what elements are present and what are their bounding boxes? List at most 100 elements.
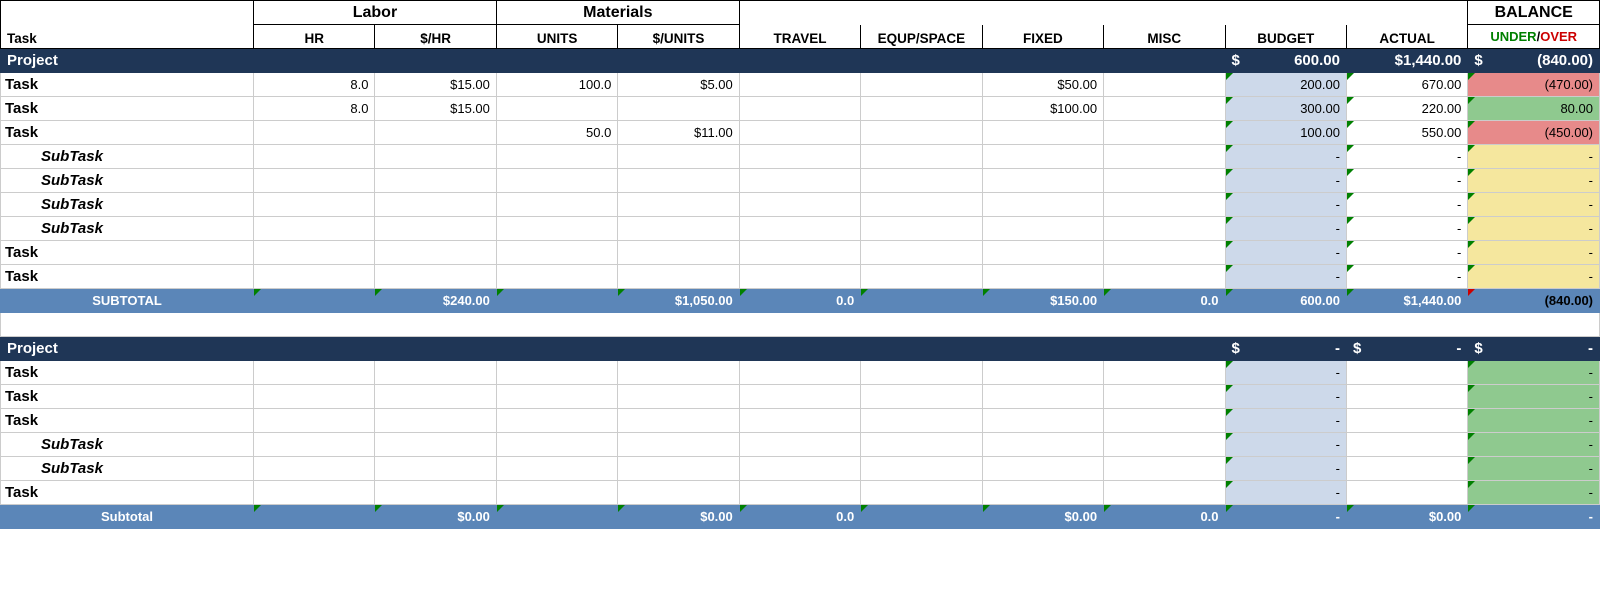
cell-budget[interactable]: -	[1225, 481, 1346, 505]
cell-dphr[interactable]	[375, 193, 496, 217]
task-label[interactable]: Task	[1, 385, 254, 409]
table-row[interactable]: SubTask---	[1, 169, 1600, 193]
cell-empty[interactable]	[618, 481, 739, 505]
cell-empty[interactable]	[254, 385, 375, 409]
cell-empty[interactable]	[982, 409, 1103, 433]
cell-empty[interactable]	[375, 385, 496, 409]
cell-balance[interactable]: -	[1468, 361, 1600, 385]
cell-misc[interactable]	[1104, 265, 1225, 289]
cell-units[interactable]	[496, 193, 617, 217]
project-label[interactable]: Project	[1, 337, 1226, 361]
cell-equip[interactable]	[861, 217, 982, 241]
cell-equip[interactable]	[861, 145, 982, 169]
cell-balance[interactable]: 80.00	[1468, 97, 1600, 121]
cell-dphr[interactable]	[375, 121, 496, 145]
project-balance[interactable]: $-	[1468, 337, 1600, 361]
cell-units[interactable]	[496, 241, 617, 265]
table-row[interactable]: SubTask--	[1, 433, 1600, 457]
subtask-label[interactable]: SubTask	[1, 145, 254, 169]
cell-balance[interactable]: -	[1468, 217, 1600, 241]
cell-empty[interactable]	[254, 361, 375, 385]
table-row[interactable]: SubTask---	[1, 193, 1600, 217]
cell-empty[interactable]	[254, 433, 375, 457]
cell-balance[interactable]: -	[1468, 145, 1600, 169]
cell-dphr[interactable]: $15.00	[375, 97, 496, 121]
cell-hr[interactable]	[254, 121, 375, 145]
cell-balance[interactable]: -	[1468, 265, 1600, 289]
cell-misc[interactable]	[1104, 217, 1225, 241]
cell-empty[interactable]	[618, 409, 739, 433]
cell-actual[interactable]	[1346, 433, 1467, 457]
subtask-label[interactable]: SubTask	[1, 457, 254, 481]
cell-travel[interactable]	[739, 145, 860, 169]
project-budget[interactable]: $600.00	[1225, 49, 1346, 73]
task-label[interactable]: Task	[1, 121, 254, 145]
cell-hr[interactable]	[254, 217, 375, 241]
cell-hr[interactable]	[254, 265, 375, 289]
cell-actual[interactable]: 220.00	[1346, 97, 1467, 121]
cell-travel[interactable]	[739, 241, 860, 265]
cell-units[interactable]	[496, 97, 617, 121]
cell-units[interactable]: 50.0	[496, 121, 617, 145]
subtask-label[interactable]: SubTask	[1, 193, 254, 217]
cell-travel[interactable]	[739, 265, 860, 289]
cell-balance[interactable]: -	[1468, 409, 1600, 433]
cell-hr[interactable]	[254, 169, 375, 193]
project-balance[interactable]: $(840.00)	[1468, 49, 1600, 73]
project-row[interactable]: Project $600.00 $1,440.00 $(840.00)	[1, 49, 1600, 73]
project-budget[interactable]: $-	[1225, 337, 1346, 361]
cell-budget[interactable]: -	[1225, 433, 1346, 457]
cell-empty[interactable]	[861, 481, 982, 505]
cell-empty[interactable]	[739, 361, 860, 385]
cell-budget[interactable]: 100.00	[1225, 121, 1346, 145]
cell-balance[interactable]: -	[1468, 457, 1600, 481]
cell-dphr[interactable]	[375, 169, 496, 193]
cell-empty[interactable]	[861, 433, 982, 457]
table-row[interactable]: Task--	[1, 361, 1600, 385]
cell-empty[interactable]	[496, 481, 617, 505]
cell-misc[interactable]	[1104, 241, 1225, 265]
cell-equip[interactable]	[861, 73, 982, 97]
cell-empty[interactable]	[496, 361, 617, 385]
cell-actual[interactable]	[1346, 361, 1467, 385]
cell-fixed[interactable]: $50.00	[982, 73, 1103, 97]
cell-units[interactable]	[496, 169, 617, 193]
cell-empty[interactable]	[375, 409, 496, 433]
cell-empty[interactable]	[739, 385, 860, 409]
budget-table[interactable]: Labor Materials BALANCE Task HR $/HR UNI…	[0, 0, 1600, 529]
cell-balance[interactable]: -	[1468, 193, 1600, 217]
project-actual[interactable]: $-	[1346, 337, 1467, 361]
cell-dpunits[interactable]	[618, 217, 739, 241]
cell-empty[interactable]	[982, 481, 1103, 505]
cell-empty[interactable]	[375, 457, 496, 481]
cell-units[interactable]: 100.0	[496, 73, 617, 97]
cell-units[interactable]	[496, 265, 617, 289]
cell-hr[interactable]: 8.0	[254, 97, 375, 121]
project-row[interactable]: Project $- $- $-	[1, 337, 1600, 361]
table-row[interactable]: Task--	[1, 481, 1600, 505]
cell-dpunits[interactable]	[618, 193, 739, 217]
cell-empty[interactable]	[982, 457, 1103, 481]
cell-empty[interactable]	[861, 409, 982, 433]
cell-balance[interactable]: (470.00)	[1468, 73, 1600, 97]
cell-empty[interactable]	[861, 385, 982, 409]
cell-equip[interactable]	[861, 121, 982, 145]
cell-balance[interactable]: -	[1468, 433, 1600, 457]
cell-empty[interactable]	[618, 433, 739, 457]
cell-budget[interactable]: -	[1225, 409, 1346, 433]
cell-balance[interactable]: -	[1468, 385, 1600, 409]
cell-actual[interactable]: -	[1346, 241, 1467, 265]
cell-travel[interactable]	[739, 73, 860, 97]
cell-budget[interactable]: 200.00	[1225, 73, 1346, 97]
table-row[interactable]: Task50.0$11.00100.00550.00(450.00)	[1, 121, 1600, 145]
cell-fixed[interactable]	[982, 241, 1103, 265]
cell-actual[interactable]: 550.00	[1346, 121, 1467, 145]
task-label[interactable]: Task	[1, 265, 254, 289]
task-label[interactable]: Task	[1, 97, 254, 121]
cell-empty[interactable]	[375, 433, 496, 457]
cell-empty[interactable]	[618, 457, 739, 481]
cell-actual[interactable]: 670.00	[1346, 73, 1467, 97]
cell-dpunits[interactable]: $5.00	[618, 73, 739, 97]
cell-equip[interactable]	[861, 241, 982, 265]
cell-empty[interactable]	[1104, 433, 1225, 457]
